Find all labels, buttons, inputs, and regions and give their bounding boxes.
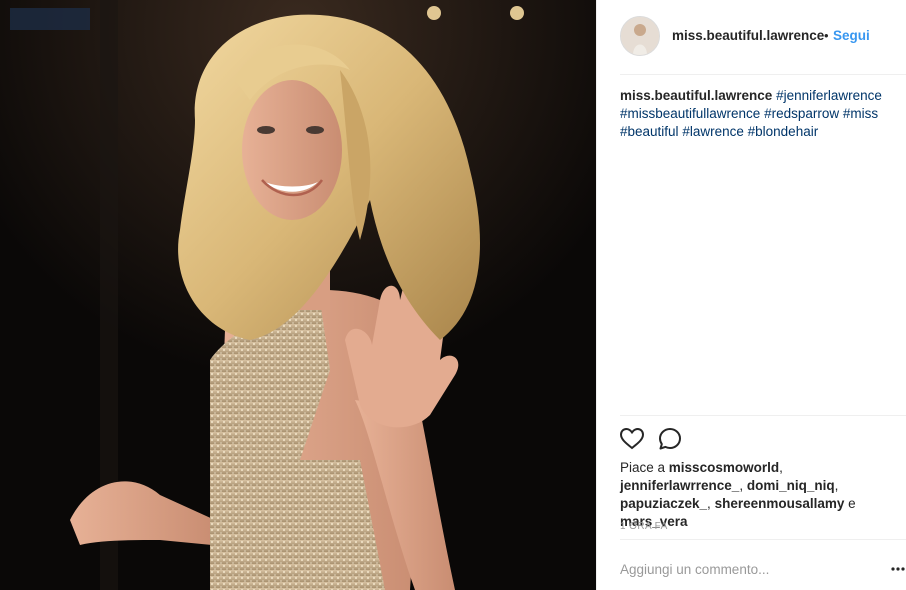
hashtag-link[interactable]: #miss bbox=[843, 106, 878, 121]
follow-button[interactable]: Segui bbox=[833, 28, 870, 43]
header-divider bbox=[620, 74, 906, 75]
photo-illustration bbox=[0, 0, 596, 590]
hashtag-link[interactable]: #jenniferlawrence bbox=[776, 88, 882, 103]
post-photo[interactable] bbox=[0, 0, 596, 590]
speech-bubble-icon[interactable] bbox=[657, 426, 683, 452]
avatar-image bbox=[621, 17, 659, 55]
actions-divider bbox=[620, 415, 906, 416]
post-side-panel: miss.beautiful.lawrence • Segui miss.bea… bbox=[596, 0, 906, 590]
hashtag-link[interactable]: #blondehair bbox=[748, 124, 819, 139]
hashtag-link[interactable]: #missbeautifullawrence bbox=[620, 106, 760, 121]
hashtag-link[interactable]: #beautiful bbox=[620, 124, 679, 139]
hashtag-link[interactable]: #lawrence bbox=[682, 124, 744, 139]
hashtag-link[interactable]: #redsparrow bbox=[764, 106, 839, 121]
post-username[interactable]: miss.beautiful.lawrence bbox=[672, 28, 824, 43]
more-dots-icon[interactable] bbox=[891, 562, 905, 576]
heart-outline-icon[interactable] bbox=[619, 426, 645, 452]
caption-username[interactable]: miss.beautiful.lawrence bbox=[620, 88, 772, 103]
likes-conjunction: e bbox=[848, 496, 856, 511]
post-header: miss.beautiful.lawrence • Segui bbox=[597, 0, 906, 75]
post-timestamp[interactable]: 1 ORA FA bbox=[620, 521, 668, 532]
header-separator: • bbox=[824, 28, 829, 43]
liker-username[interactable]: papuziaczek_ bbox=[620, 496, 707, 511]
likes-prefix: Piace a bbox=[620, 460, 666, 475]
liker-username[interactable]: misscosmoworld bbox=[669, 460, 779, 475]
liker-username[interactable]: shereenmousallamy bbox=[715, 496, 845, 511]
avatar[interactable] bbox=[620, 16, 660, 56]
comment-input[interactable] bbox=[620, 560, 870, 578]
comment-divider bbox=[620, 539, 906, 540]
liker-username[interactable]: domi_niq_niq bbox=[747, 478, 835, 493]
liker-username[interactable]: jenniferlawrrence_ bbox=[620, 478, 739, 493]
post-caption: miss.beautiful.lawrence #jenniferlawrenc… bbox=[620, 87, 895, 141]
